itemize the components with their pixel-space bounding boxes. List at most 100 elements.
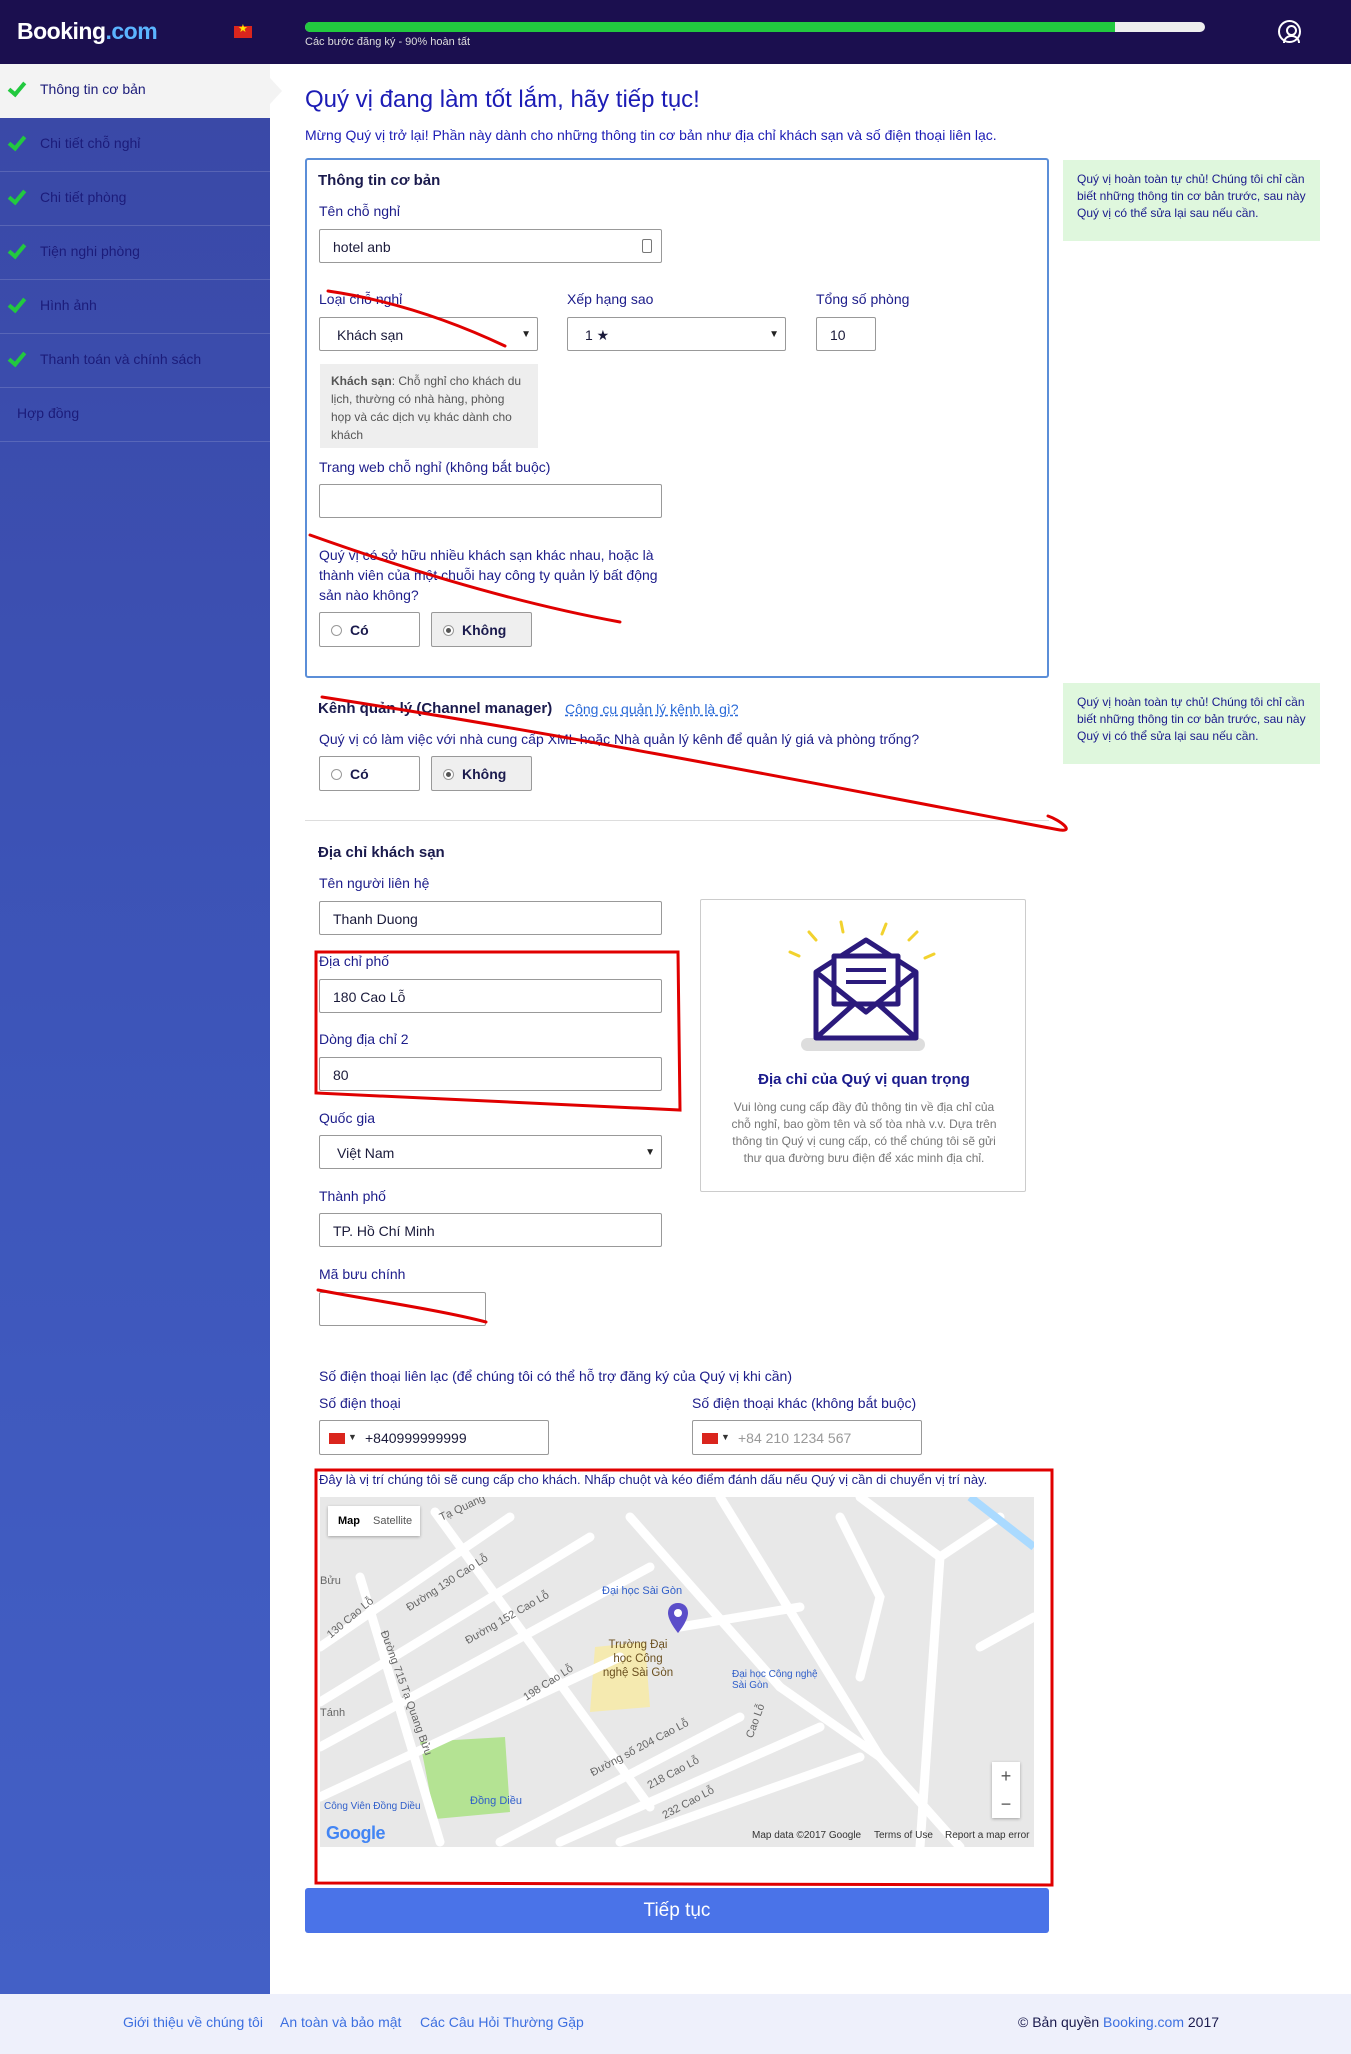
booking-logo[interactable]: Booking.com bbox=[17, 18, 158, 45]
street-address-label: Địa chỉ phố bbox=[319, 953, 390, 969]
property-type-label: Loại chỗ nghỉ bbox=[319, 291, 403, 307]
chevron-down-icon: ▼ bbox=[721, 1432, 730, 1442]
footer-about-link[interactable]: Giới thiệu về chúng tôi bbox=[123, 2014, 263, 2030]
country-select[interactable]: Việt Nam ▼ bbox=[319, 1135, 662, 1169]
checkmark-icon bbox=[7, 185, 27, 206]
location-marker-icon[interactable] bbox=[668, 1603, 688, 1633]
website-label: Trang web chỗ nghỉ (không bắt buộc) bbox=[319, 459, 551, 475]
footer: Giới thiệu về chúng tôi An toàn và bảo m… bbox=[0, 1994, 1351, 2054]
hotel-address-title: Địa chỉ khách sạn bbox=[318, 844, 445, 861]
checkmark-icon bbox=[7, 77, 27, 98]
map-street-label: Tánh bbox=[320, 1707, 346, 1719]
registration-progress-bar bbox=[305, 22, 1205, 32]
sidebar-item-basic-info[interactable]: Thông tin cơ bản bbox=[0, 64, 282, 118]
contact-phone-title: Số điện thoại liên lạc (để chúng tôi có … bbox=[319, 1368, 793, 1384]
map-street-label: Bửu bbox=[320, 1575, 341, 1587]
star-rating-select[interactable]: 1 ★ ▼ bbox=[567, 317, 786, 351]
footer-safety-link[interactable]: An toàn và bảo mật bbox=[280, 2014, 401, 2030]
map-zoom-control: + − bbox=[992, 1762, 1020, 1818]
map-poi-label: Đại học Công nghệ Sài Gòn bbox=[732, 1669, 818, 1691]
checkmark-icon bbox=[7, 239, 27, 260]
sidebar-item-photos[interactable]: Hình ảnh bbox=[0, 280, 270, 334]
chain-no-radio[interactable]: Không bbox=[431, 612, 532, 647]
map-streets bbox=[320, 1497, 1034, 1847]
map-poi-label: Công Viên Đồng Diều bbox=[324, 1801, 421, 1812]
sidebar-item-room-details[interactable]: Chi tiết phòng bbox=[0, 172, 270, 226]
phone-input[interactable]: ▼ +840999999999 bbox=[319, 1420, 549, 1455]
street-address-input[interactable]: 180 Cao Lỗ bbox=[319, 979, 662, 1013]
address-line2-input[interactable]: 80 bbox=[319, 1057, 662, 1091]
channel-manager-title: Kênh quản lý (Channel manager) bbox=[318, 700, 553, 717]
channel-yes-radio[interactable]: Có bbox=[319, 756, 420, 791]
location-map[interactable]: Tạ Quang Đường 130 Cao Lỗ Đường 152 Cao … bbox=[320, 1497, 1034, 1847]
property-name-label: Tên chỗ nghỉ bbox=[319, 203, 400, 219]
sidebar-item-label: Chi tiết phòng bbox=[40, 189, 127, 205]
top-bar: Booking.com Các bước đăng ký - 90% hoàn … bbox=[0, 0, 1351, 64]
chevron-down-icon: ▼ bbox=[521, 329, 531, 340]
autofill-icon bbox=[642, 239, 652, 253]
map-report-link[interactable]: Report a map error bbox=[945, 1830, 1029, 1841]
map-instruction: Đây là vị trí chúng tôi sẽ cung cấp cho … bbox=[319, 1472, 988, 1487]
progress-fill bbox=[305, 22, 1115, 32]
property-type-hint: Khách sạn: Chỗ nghỉ cho khách du lịch, t… bbox=[320, 364, 538, 448]
user-account-icon[interactable] bbox=[1278, 20, 1301, 43]
sidebar-item-room-amenities[interactable]: Tiện nghi phòng bbox=[0, 226, 270, 280]
map-poi-label: Trường Đại học Công nghệ Sài Gòn bbox=[602, 1639, 674, 1679]
channel-manager-question: Quý vị có làm việc với nhà cung cấp XML … bbox=[319, 731, 920, 747]
sidebar-item-label: Tiện nghi phòng bbox=[40, 243, 140, 259]
footer-brand-link[interactable]: Booking.com bbox=[1103, 2014, 1184, 2030]
envelope-icon bbox=[788, 920, 936, 1041]
page-intro: Mừng Quý vị trở lại! Phần này dành cho n… bbox=[305, 127, 997, 143]
footer-faq-link[interactable]: Các Câu Hỏi Thường Gặp bbox=[420, 2014, 584, 2030]
alt-phone-input[interactable]: ▼ +84 210 1234 567 bbox=[692, 1420, 922, 1455]
zoom-out-button[interactable]: − bbox=[992, 1790, 1020, 1818]
tip-box-basic: Quý vị hoàn toàn tự chủ! Chúng tôi chỉ c… bbox=[1063, 160, 1320, 241]
chain-yes-radio[interactable]: Có bbox=[319, 612, 420, 647]
checkmark-icon bbox=[7, 347, 27, 368]
postal-code-input[interactable] bbox=[319, 1292, 486, 1326]
contact-name-input[interactable]: Thanh Duong bbox=[319, 901, 662, 935]
checkmark-icon bbox=[7, 293, 27, 314]
channel-manager-help-link[interactable]: Công cụ quản lý kênh là gì? bbox=[565, 701, 739, 717]
sidebar-item-label: Hình ảnh bbox=[40, 297, 97, 313]
map-terms-link[interactable]: Terms of Use bbox=[874, 1830, 933, 1841]
chevron-down-icon: ▼ bbox=[348, 1432, 357, 1442]
website-input[interactable] bbox=[319, 484, 662, 518]
address-line2-label: Dòng địa chỉ 2 bbox=[319, 1031, 409, 1047]
sidebar: Thông tin cơ bản Chi tiết chỗ nghỉ Chi t… bbox=[0, 64, 282, 1994]
sidebar-item-contract[interactable]: Hợp đồng bbox=[0, 388, 270, 442]
progress-label: Các bước đăng ký - 90% hoàn tất bbox=[305, 36, 470, 48]
address-card-title: Địa chỉ của Quý vị quan trọng bbox=[758, 1071, 970, 1088]
vietnam-flag-icon[interactable] bbox=[329, 1433, 345, 1444]
copyright: © Bản quyền Booking.com 2017 bbox=[1018, 2014, 1220, 2030]
radio-selected-icon bbox=[443, 769, 454, 780]
channel-no-radio[interactable]: Không bbox=[431, 756, 532, 791]
chevron-down-icon: ▼ bbox=[645, 1147, 655, 1158]
map-tab-satellite[interactable]: Satellite bbox=[373, 1515, 412, 1527]
chain-question: Quý vị có sở hữu nhiều khách sạn khác nh… bbox=[319, 547, 658, 603]
tip-box-channel: Quý vị hoàn toàn tự chủ! Chúng tôi chỉ c… bbox=[1063, 683, 1320, 764]
google-logo: Google bbox=[326, 1823, 386, 1843]
contact-name-label: Tên người liên hệ bbox=[319, 875, 430, 891]
radio-selected-icon bbox=[443, 625, 454, 636]
vietnam-flag-icon[interactable] bbox=[702, 1433, 718, 1444]
checkmark-icon bbox=[7, 131, 27, 152]
section-divider bbox=[305, 820, 1049, 821]
basic-info-title: Thông tin cơ bản bbox=[318, 172, 441, 189]
room-count-input[interactable]: 10 bbox=[816, 317, 876, 351]
map-tab-map[interactable]: Map bbox=[338, 1515, 360, 1527]
page-title: Quý vị đang làm tốt lắm, hãy tiếp tục! bbox=[305, 86, 700, 113]
vietnam-flag-icon[interactable] bbox=[234, 22, 252, 38]
sidebar-item-label: Hợp đồng bbox=[17, 405, 80, 421]
continue-button[interactable]: Tiếp tục bbox=[305, 1888, 1049, 1933]
zoom-in-button[interactable]: + bbox=[992, 1762, 1020, 1790]
sidebar-item-payments-policies[interactable]: Thanh toán và chính sách bbox=[0, 334, 270, 388]
property-type-select[interactable]: Khách sạn ▼ bbox=[319, 317, 538, 351]
city-label: Thành phố bbox=[319, 1188, 386, 1204]
city-input[interactable]: TP. Hồ Chí Minh bbox=[319, 1213, 662, 1247]
chevron-down-icon: ▼ bbox=[769, 329, 779, 340]
sidebar-item-label: Thông tin cơ bản bbox=[40, 81, 146, 97]
sidebar-item-property-details[interactable]: Chi tiết chỗ nghỉ bbox=[0, 118, 270, 172]
property-name-input[interactable]: hotel anb bbox=[319, 229, 662, 263]
sidebar-item-label: Chi tiết chỗ nghỉ bbox=[40, 135, 141, 151]
